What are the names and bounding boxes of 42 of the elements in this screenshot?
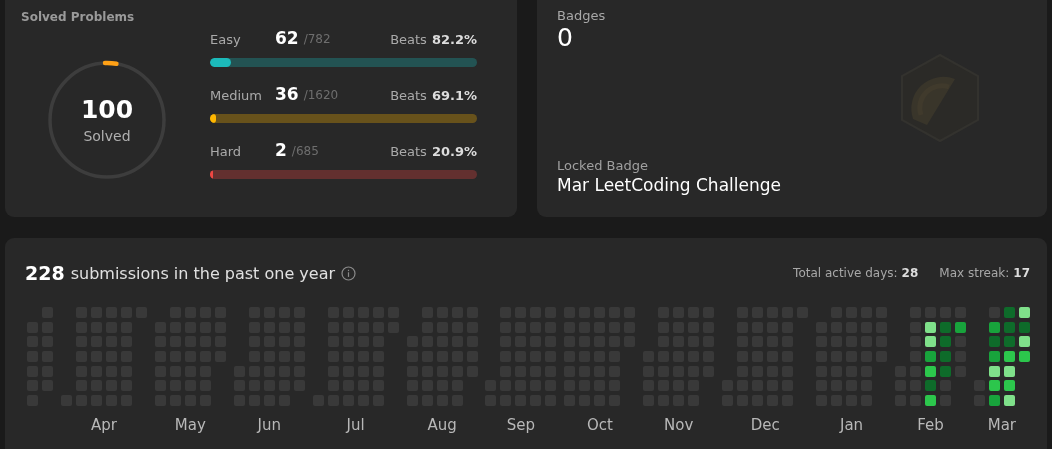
beats-percent: 20.9%: [431, 144, 477, 159]
solved-count: 62: [275, 28, 299, 48]
month-label: Jun: [257, 416, 281, 435]
solved-count: 36: [275, 84, 299, 104]
solved-caption: Solved: [83, 127, 131, 144]
beats-label: Beats: [390, 144, 427, 159]
max-streak-value: 17: [1013, 266, 1030, 280]
month-label: Feb: [917, 416, 944, 435]
badge-name: Mar LeetCoding Challenge: [557, 175, 781, 195]
badges-count: 0: [557, 23, 573, 53]
month-label: Jul: [346, 416, 365, 435]
month-label: Jan: [840, 416, 864, 435]
month-label: Oct: [586, 416, 613, 435]
solved-count: 100: [80, 96, 134, 124]
total-count: /1620: [303, 88, 339, 102]
info-icon[interactable]: [341, 265, 357, 281]
total-count: /685: [291, 144, 319, 158]
month-label: Dec: [750, 416, 780, 435]
badge-icon: [899, 53, 981, 143]
beats-label: Beats: [390, 88, 427, 103]
total-count: /782: [303, 32, 331, 46]
difficulty-label: Hard: [210, 144, 243, 159]
month-label: Nov: [664, 416, 694, 435]
month-label: Mar: [987, 416, 1017, 435]
difficulty-label: Easy: [210, 32, 242, 47]
month-label: Sep: [506, 416, 536, 435]
difficulty-label: Medium: [210, 88, 263, 103]
badges-label: Badges: [557, 8, 606, 23]
card-title: Solved Problems: [21, 10, 135, 24]
month-label: Aug: [427, 416, 457, 435]
locked-badge-label: Locked Badge: [557, 158, 648, 173]
max-streak-label: Max streak:: [939, 266, 1010, 280]
active-days-label: Total active days:: [793, 266, 898, 280]
beats-label: Beats: [390, 32, 427, 47]
submission-count: 228: [25, 262, 65, 284]
beats-percent: 82.2%: [431, 32, 477, 47]
month-label: Apr: [90, 416, 117, 435]
submissions-caption: submissions in the past one year: [70, 263, 336, 283]
month-label: May: [174, 416, 206, 435]
active-days-value: 28: [901, 266, 919, 280]
solved-count: 2: [275, 140, 287, 160]
beats-percent: 69.1%: [431, 88, 477, 103]
